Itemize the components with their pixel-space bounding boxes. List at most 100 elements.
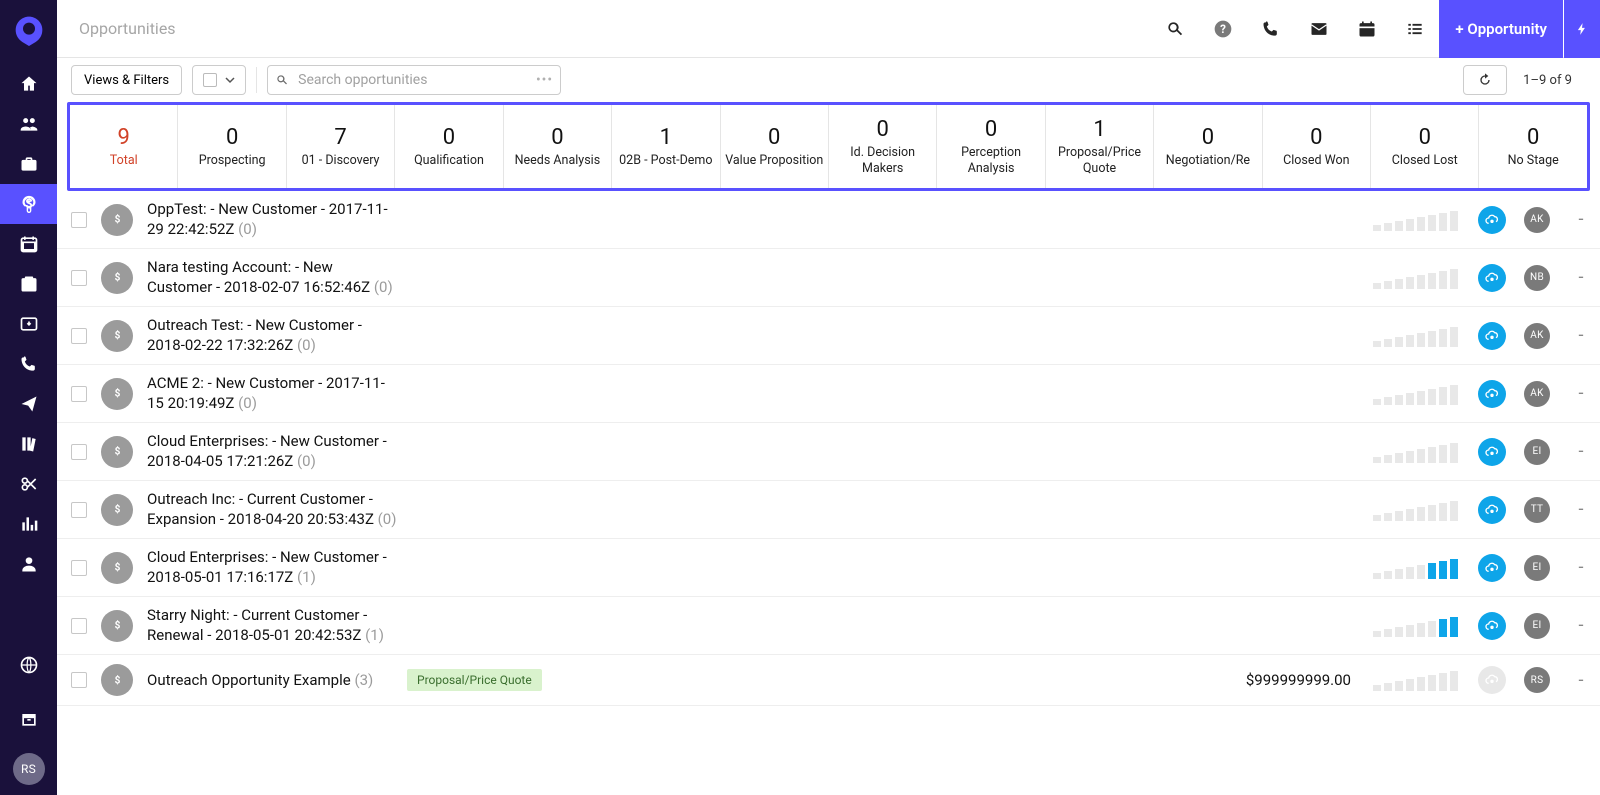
opportunity-icon: $ xyxy=(101,320,133,352)
sync-icon[interactable] xyxy=(1478,612,1506,640)
stage-no-stage[interactable]: 0No Stage xyxy=(1479,105,1586,188)
nav-home[interactable] xyxy=(0,64,57,104)
sync-icon[interactable] xyxy=(1478,666,1506,694)
opportunity-title[interactable]: ACME 2: - New Customer - 2017-11-15 20:1… xyxy=(147,374,397,413)
opportunity-title[interactable]: Outreach Test: - New Customer - 2018-02-… xyxy=(147,316,397,355)
stage-negotiation-re[interactable]: 0Negotiation/Re xyxy=(1154,105,1262,188)
owner-avatar[interactable]: RS xyxy=(1524,667,1550,693)
stage-02b-post-demo[interactable]: 102B - Post-Demo xyxy=(612,105,720,188)
opportunity-title[interactable]: Starry Night: - Current Customer - Renew… xyxy=(147,606,397,645)
owner-avatar[interactable]: AK xyxy=(1524,207,1550,233)
owner-avatar[interactable]: TT xyxy=(1524,497,1550,523)
nav-phone[interactable] xyxy=(0,344,57,384)
quick-actions-icon[interactable] xyxy=(1564,0,1600,58)
nav-globe[interactable] xyxy=(0,645,57,685)
row-checkbox[interactable] xyxy=(71,328,87,344)
row-more[interactable]: - xyxy=(1576,499,1586,520)
search-icon[interactable] xyxy=(1151,0,1199,58)
refresh-button[interactable] xyxy=(1463,65,1507,95)
row-checkbox[interactable] xyxy=(71,618,87,634)
opportunity-title[interactable]: Nara testing Account: - New Customer - 2… xyxy=(147,258,397,297)
search-more-icon[interactable]: ••• xyxy=(536,72,553,88)
nav-analytics[interactable] xyxy=(0,504,57,544)
row-more[interactable]: - xyxy=(1576,209,1586,230)
stage-value-proposition[interactable]: 0Value Proposition xyxy=(721,105,829,188)
sync-icon[interactable] xyxy=(1478,322,1506,350)
mail-icon[interactable] xyxy=(1295,0,1343,58)
stage-qualification[interactable]: 0Qualification xyxy=(395,105,503,188)
opportunity-row[interactable]: $ACME 2: - New Customer - 2017-11-15 20:… xyxy=(57,365,1600,423)
owner-avatar[interactable]: EI xyxy=(1524,555,1550,581)
nav-profile[interactable] xyxy=(0,544,57,584)
owner-avatar[interactable]: AK xyxy=(1524,323,1550,349)
row-checkbox[interactable] xyxy=(71,672,87,688)
nav-opportunities[interactable]: $ xyxy=(0,184,57,224)
stage-01-discovery[interactable]: 701 - Discovery xyxy=(287,105,395,188)
select-all-dropdown[interactable] xyxy=(192,65,246,95)
nav-tasks[interactable] xyxy=(0,264,57,304)
svg-text:$: $ xyxy=(114,213,120,226)
row-more[interactable]: - xyxy=(1576,325,1586,346)
nav-calendar[interactable] xyxy=(0,224,57,264)
stage-proposal-price-quote[interactable]: 1Proposal/Price Quote xyxy=(1046,105,1154,188)
opportunity-row[interactable]: $Cloud Enterprises: - New Customer - 201… xyxy=(57,423,1600,481)
stage-needs-analysis[interactable]: 0Needs Analysis xyxy=(504,105,612,188)
opportunity-row[interactable]: $Outreach Opportunity Example (3)Proposa… xyxy=(57,655,1600,706)
sync-icon[interactable] xyxy=(1478,554,1506,582)
row-more[interactable]: - xyxy=(1576,383,1586,404)
row-checkbox[interactable] xyxy=(71,386,87,402)
opportunity-title[interactable]: Cloud Enterprises: - New Customer - 2018… xyxy=(147,548,397,587)
opportunity-title[interactable]: Outreach Inc: - Current Customer - Expan… xyxy=(147,490,397,529)
owner-avatar[interactable]: NB xyxy=(1524,265,1550,291)
views-filters-button[interactable]: Views & Filters xyxy=(71,65,182,95)
row-checkbox[interactable] xyxy=(71,560,87,576)
nav-snippets[interactable] xyxy=(0,464,57,504)
user-avatar[interactable]: RS xyxy=(13,753,45,785)
owner-avatar[interactable]: AK xyxy=(1524,381,1550,407)
row-checkbox[interactable] xyxy=(71,212,87,228)
logo-icon[interactable] xyxy=(13,14,45,46)
owner-avatar[interactable]: EI xyxy=(1524,439,1550,465)
stage-closed-lost[interactable]: 0Closed Lost xyxy=(1371,105,1479,188)
search-input[interactable] xyxy=(267,65,561,95)
opportunity-title[interactable]: Cloud Enterprises: - New Customer - 2018… xyxy=(147,432,397,471)
help-icon[interactable]: ? xyxy=(1199,0,1247,58)
calendar-icon[interactable] xyxy=(1343,0,1391,58)
sync-icon[interactable] xyxy=(1478,264,1506,292)
sync-icon[interactable] xyxy=(1478,438,1506,466)
opportunity-row[interactable]: $Starry Night: - Current Customer - Rene… xyxy=(57,597,1600,655)
row-more[interactable]: - xyxy=(1576,441,1586,462)
row-more[interactable]: - xyxy=(1576,267,1586,288)
sync-icon[interactable] xyxy=(1478,496,1506,524)
row-checkbox[interactable] xyxy=(71,270,87,286)
row-more[interactable]: - xyxy=(1576,670,1586,691)
row-more[interactable]: - xyxy=(1576,615,1586,636)
stage-prospecting[interactable]: 0Prospecting xyxy=(178,105,286,188)
opportunity-row[interactable]: $Nara testing Account: - New Customer - … xyxy=(57,249,1600,307)
stage-id-decision-makers[interactable]: 0Id. Decision Makers xyxy=(829,105,937,188)
nav-send[interactable] xyxy=(0,384,57,424)
nav-archive[interactable] xyxy=(0,699,57,739)
opportunity-row[interactable]: $Outreach Inc: - Current Customer - Expa… xyxy=(57,481,1600,539)
owner-avatar[interactable]: EI xyxy=(1524,613,1550,639)
opportunity-title[interactable]: Outreach Opportunity Example (3) xyxy=(147,671,397,691)
tasks-icon[interactable] xyxy=(1391,0,1439,58)
row-checkbox[interactable] xyxy=(71,444,87,460)
opportunity-row[interactable]: $ OppTest: - New Customer - 2017-11-29 22… xyxy=(57,191,1600,249)
stage-total[interactable]: 9Total xyxy=(70,105,178,188)
opportunity-title[interactable]: OppTest: - New Customer - 2017-11-29 22:… xyxy=(147,200,397,239)
sync-icon[interactable] xyxy=(1478,206,1506,234)
nav-people[interactable] xyxy=(0,104,57,144)
opportunity-row[interactable]: $ Outreach Test: - New Customer - 2018-02… xyxy=(57,307,1600,365)
nav-library[interactable] xyxy=(0,424,57,464)
row-checkbox[interactable] xyxy=(71,502,87,518)
dialer-icon[interactable] xyxy=(1247,0,1295,58)
new-opportunity-button[interactable]: + Opportunity xyxy=(1439,0,1563,58)
row-more[interactable]: - xyxy=(1576,557,1586,578)
nav-inbox[interactable] xyxy=(0,304,57,344)
sync-icon[interactable] xyxy=(1478,380,1506,408)
stage-perception-analysis[interactable]: 0Perception Analysis xyxy=(937,105,1045,188)
nav-briefcase[interactable] xyxy=(0,144,57,184)
opportunity-row[interactable]: $Cloud Enterprises: - New Customer - 201… xyxy=(57,539,1600,597)
stage-closed-won[interactable]: 0Closed Won xyxy=(1263,105,1371,188)
